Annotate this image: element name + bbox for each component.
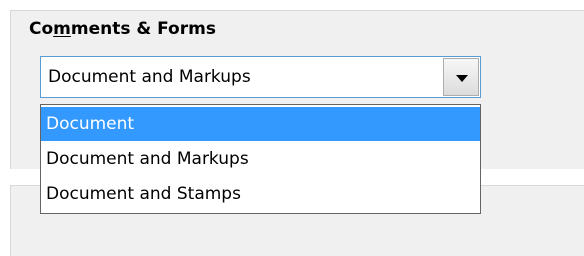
comments-forms-select[interactable]: Document and Markups [40,56,481,98]
option-document-and-markups[interactable]: Document and Markups [41,142,480,176]
option-document-and-stamps[interactable]: Document and Stamps [41,177,480,211]
label-mnemonic: m [53,19,71,39]
option-document[interactable]: Document [41,107,480,141]
dropdown-arrow-button[interactable] [443,58,479,96]
label-part-1: Co [29,19,54,39]
chevron-down-icon [456,75,468,82]
select-value: Document and Markups [48,67,251,87]
dropdown-list: Document Document and Markups Document a… [40,104,481,214]
comments-forms-label: Comments & Forms [29,19,216,39]
print-settings-panel: Comments & Forms Document and Markups Do… [0,0,584,256]
label-part-2: ments & Forms [70,19,216,39]
